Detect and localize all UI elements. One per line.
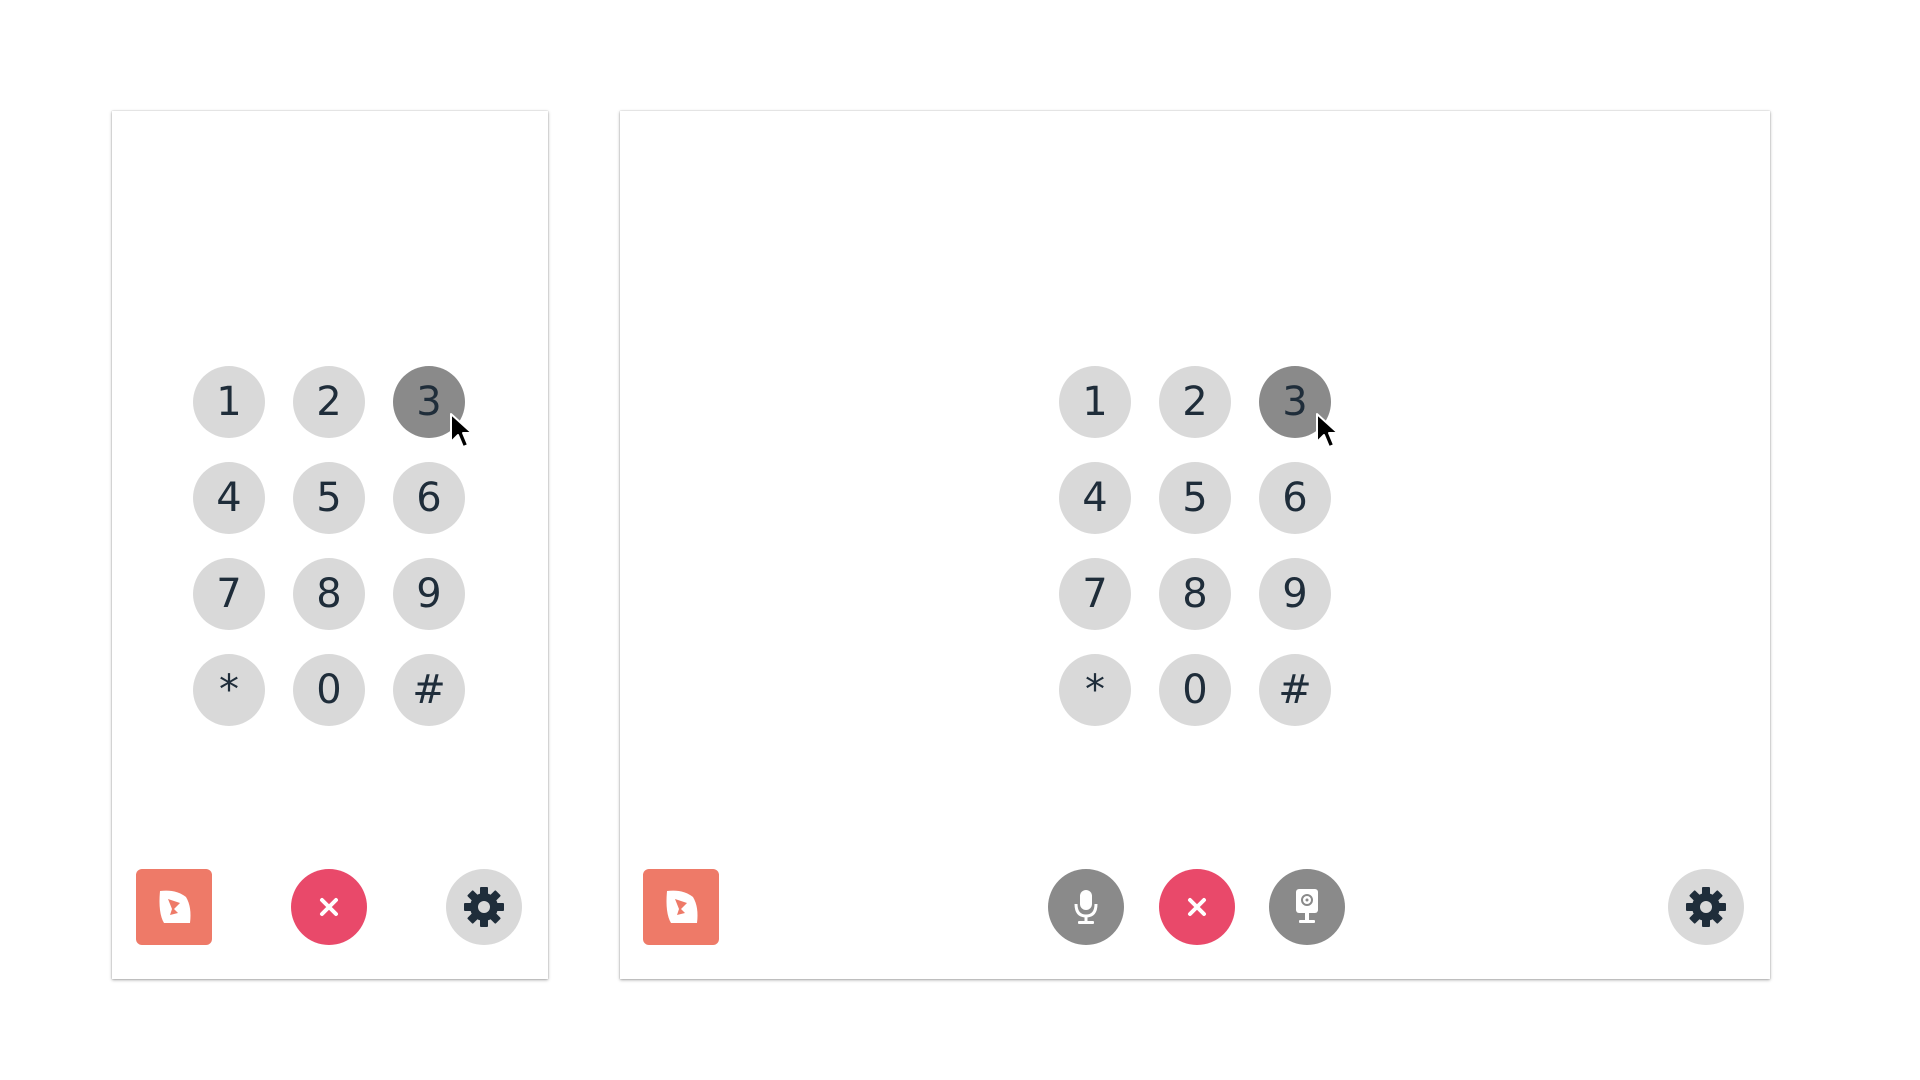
hangup-button[interactable]: [291, 869, 367, 945]
key-1[interactable]: 1: [1059, 366, 1131, 438]
app-logo-icon: [159, 890, 191, 923]
key-hash[interactable]: #: [393, 654, 465, 726]
close-icon: [320, 898, 338, 916]
keypad: 1 2 3 4 5 6 7 8 9 * 0 #: [1059, 366, 1339, 726]
app-logo-icon: [666, 890, 698, 923]
hangup-button[interactable]: [1159, 869, 1235, 945]
mouse-pointer-icon: [1316, 413, 1339, 448]
key-3-label: 3: [1282, 379, 1308, 425]
key-7[interactable]: 7: [193, 558, 265, 630]
key-1[interactable]: 1: [193, 366, 265, 438]
key-star[interactable]: *: [193, 654, 265, 726]
key-8[interactable]: 8: [1159, 558, 1231, 630]
key-9[interactable]: 9: [1259, 558, 1331, 630]
app-logo-button[interactable]: [643, 869, 719, 945]
key-hash[interactable]: #: [1259, 654, 1331, 726]
key-7[interactable]: 7: [1059, 558, 1131, 630]
microphone-button[interactable]: [1048, 869, 1124, 945]
camera-button[interactable]: [1269, 869, 1345, 945]
key-6[interactable]: 6: [1259, 462, 1331, 534]
mouse-pointer-icon: [450, 413, 473, 448]
dialer-panel-wide: 1 2 3 4 5 6 7 8 9 * 0 #: [620, 111, 1770, 979]
gear-icon: [1686, 887, 1726, 927]
key-9[interactable]: 9: [393, 558, 465, 630]
key-5[interactable]: 5: [293, 462, 365, 534]
key-4[interactable]: 4: [1059, 462, 1131, 534]
key-0[interactable]: 0: [293, 654, 365, 726]
key-3[interactable]: 3: [1259, 366, 1339, 448]
key-3-label: 3: [416, 379, 442, 425]
settings-button[interactable]: [1668, 869, 1744, 945]
key-8[interactable]: 8: [293, 558, 365, 630]
app-logo-button[interactable]: [136, 869, 212, 945]
key-2[interactable]: 2: [293, 366, 365, 438]
gear-icon: [464, 887, 504, 927]
close-icon: [1188, 898, 1206, 916]
key-6[interactable]: 6: [393, 462, 465, 534]
key-0[interactable]: 0: [1159, 654, 1231, 726]
key-star[interactable]: *: [1059, 654, 1131, 726]
camera-icon: [1296, 889, 1318, 923]
keypad: 1 2 3 4 5 6 7 8 9 * 0 #: [193, 366, 473, 726]
key-2[interactable]: 2: [1159, 366, 1231, 438]
key-4[interactable]: 4: [193, 462, 265, 534]
dialer-panel-narrow: 1 2 3 4 5 6 7 8 9 * 0 #: [112, 111, 548, 979]
key-5[interactable]: 5: [1159, 462, 1231, 534]
settings-button[interactable]: [446, 869, 522, 945]
microphone-icon: [1074, 890, 1098, 924]
key-3[interactable]: 3: [393, 366, 473, 448]
